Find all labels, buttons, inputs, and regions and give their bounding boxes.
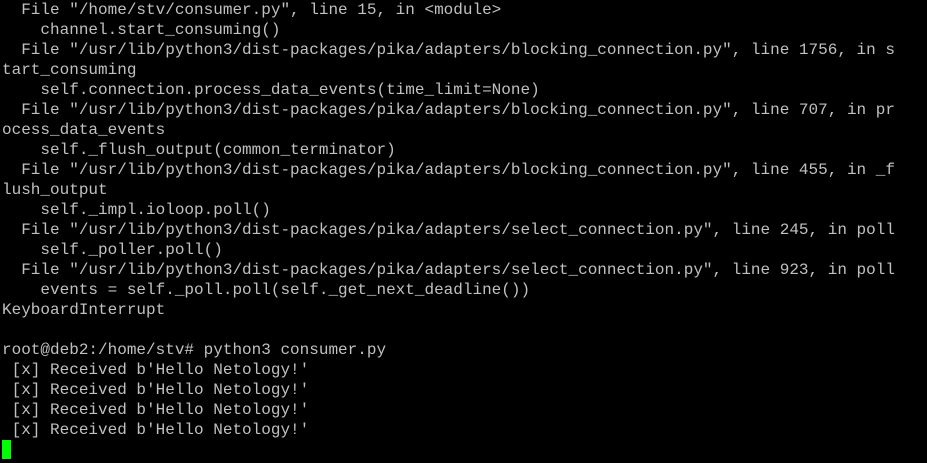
text-cursor: [2, 440, 11, 459]
traceback-line: self.connection.process_data_events(time…: [2, 81, 540, 99]
traceback-line: self._flush_output(common_terminator): [2, 141, 396, 159]
traceback-line: File "/usr/lib/python3/dist-packages/pik…: [2, 161, 895, 179]
traceback-line: File "/usr/lib/python3/dist-packages/pik…: [2, 101, 895, 119]
traceback-line: lush_output: [2, 181, 108, 199]
command-prompt-line: root@deb2:/home/stv# python3 consumer.py: [2, 341, 387, 359]
traceback-line: File "/usr/lib/python3/dist-packages/pik…: [2, 41, 895, 59]
output-line: [x] Received b'Hello Netology!': [2, 381, 310, 399]
traceback-line: self._poller.poll(): [2, 241, 223, 259]
traceback-line: events = self._poll.poll(self._get_next_…: [2, 281, 531, 299]
output-line: [x] Received b'Hello Netology!': [2, 421, 310, 439]
traceback-line: self._impl.ioloop.poll(): [2, 201, 271, 219]
traceback-line: channel.start_consuming(): [2, 21, 281, 39]
output-line: [x] Received b'Hello Netology!': [2, 401, 310, 419]
traceback-line: File "/usr/lib/python3/dist-packages/pik…: [2, 261, 895, 279]
output-line: [x] Received b'Hello Netology!': [2, 361, 310, 379]
terminal-window[interactable]: File "/home/stv/consumer.py", line 15, i…: [0, 0, 927, 463]
terminal-output: File "/home/stv/consumer.py", line 15, i…: [2, 0, 895, 440]
traceback-line: tart_consuming: [2, 61, 137, 79]
traceback-line: File "/home/stv/consumer.py", line 15, i…: [2, 1, 502, 19]
traceback-line: File "/usr/lib/python3/dist-packages/pik…: [2, 221, 895, 239]
exception-line: KeyboardInterrupt: [2, 301, 166, 319]
traceback-line: ocess_data_events: [2, 121, 166, 139]
